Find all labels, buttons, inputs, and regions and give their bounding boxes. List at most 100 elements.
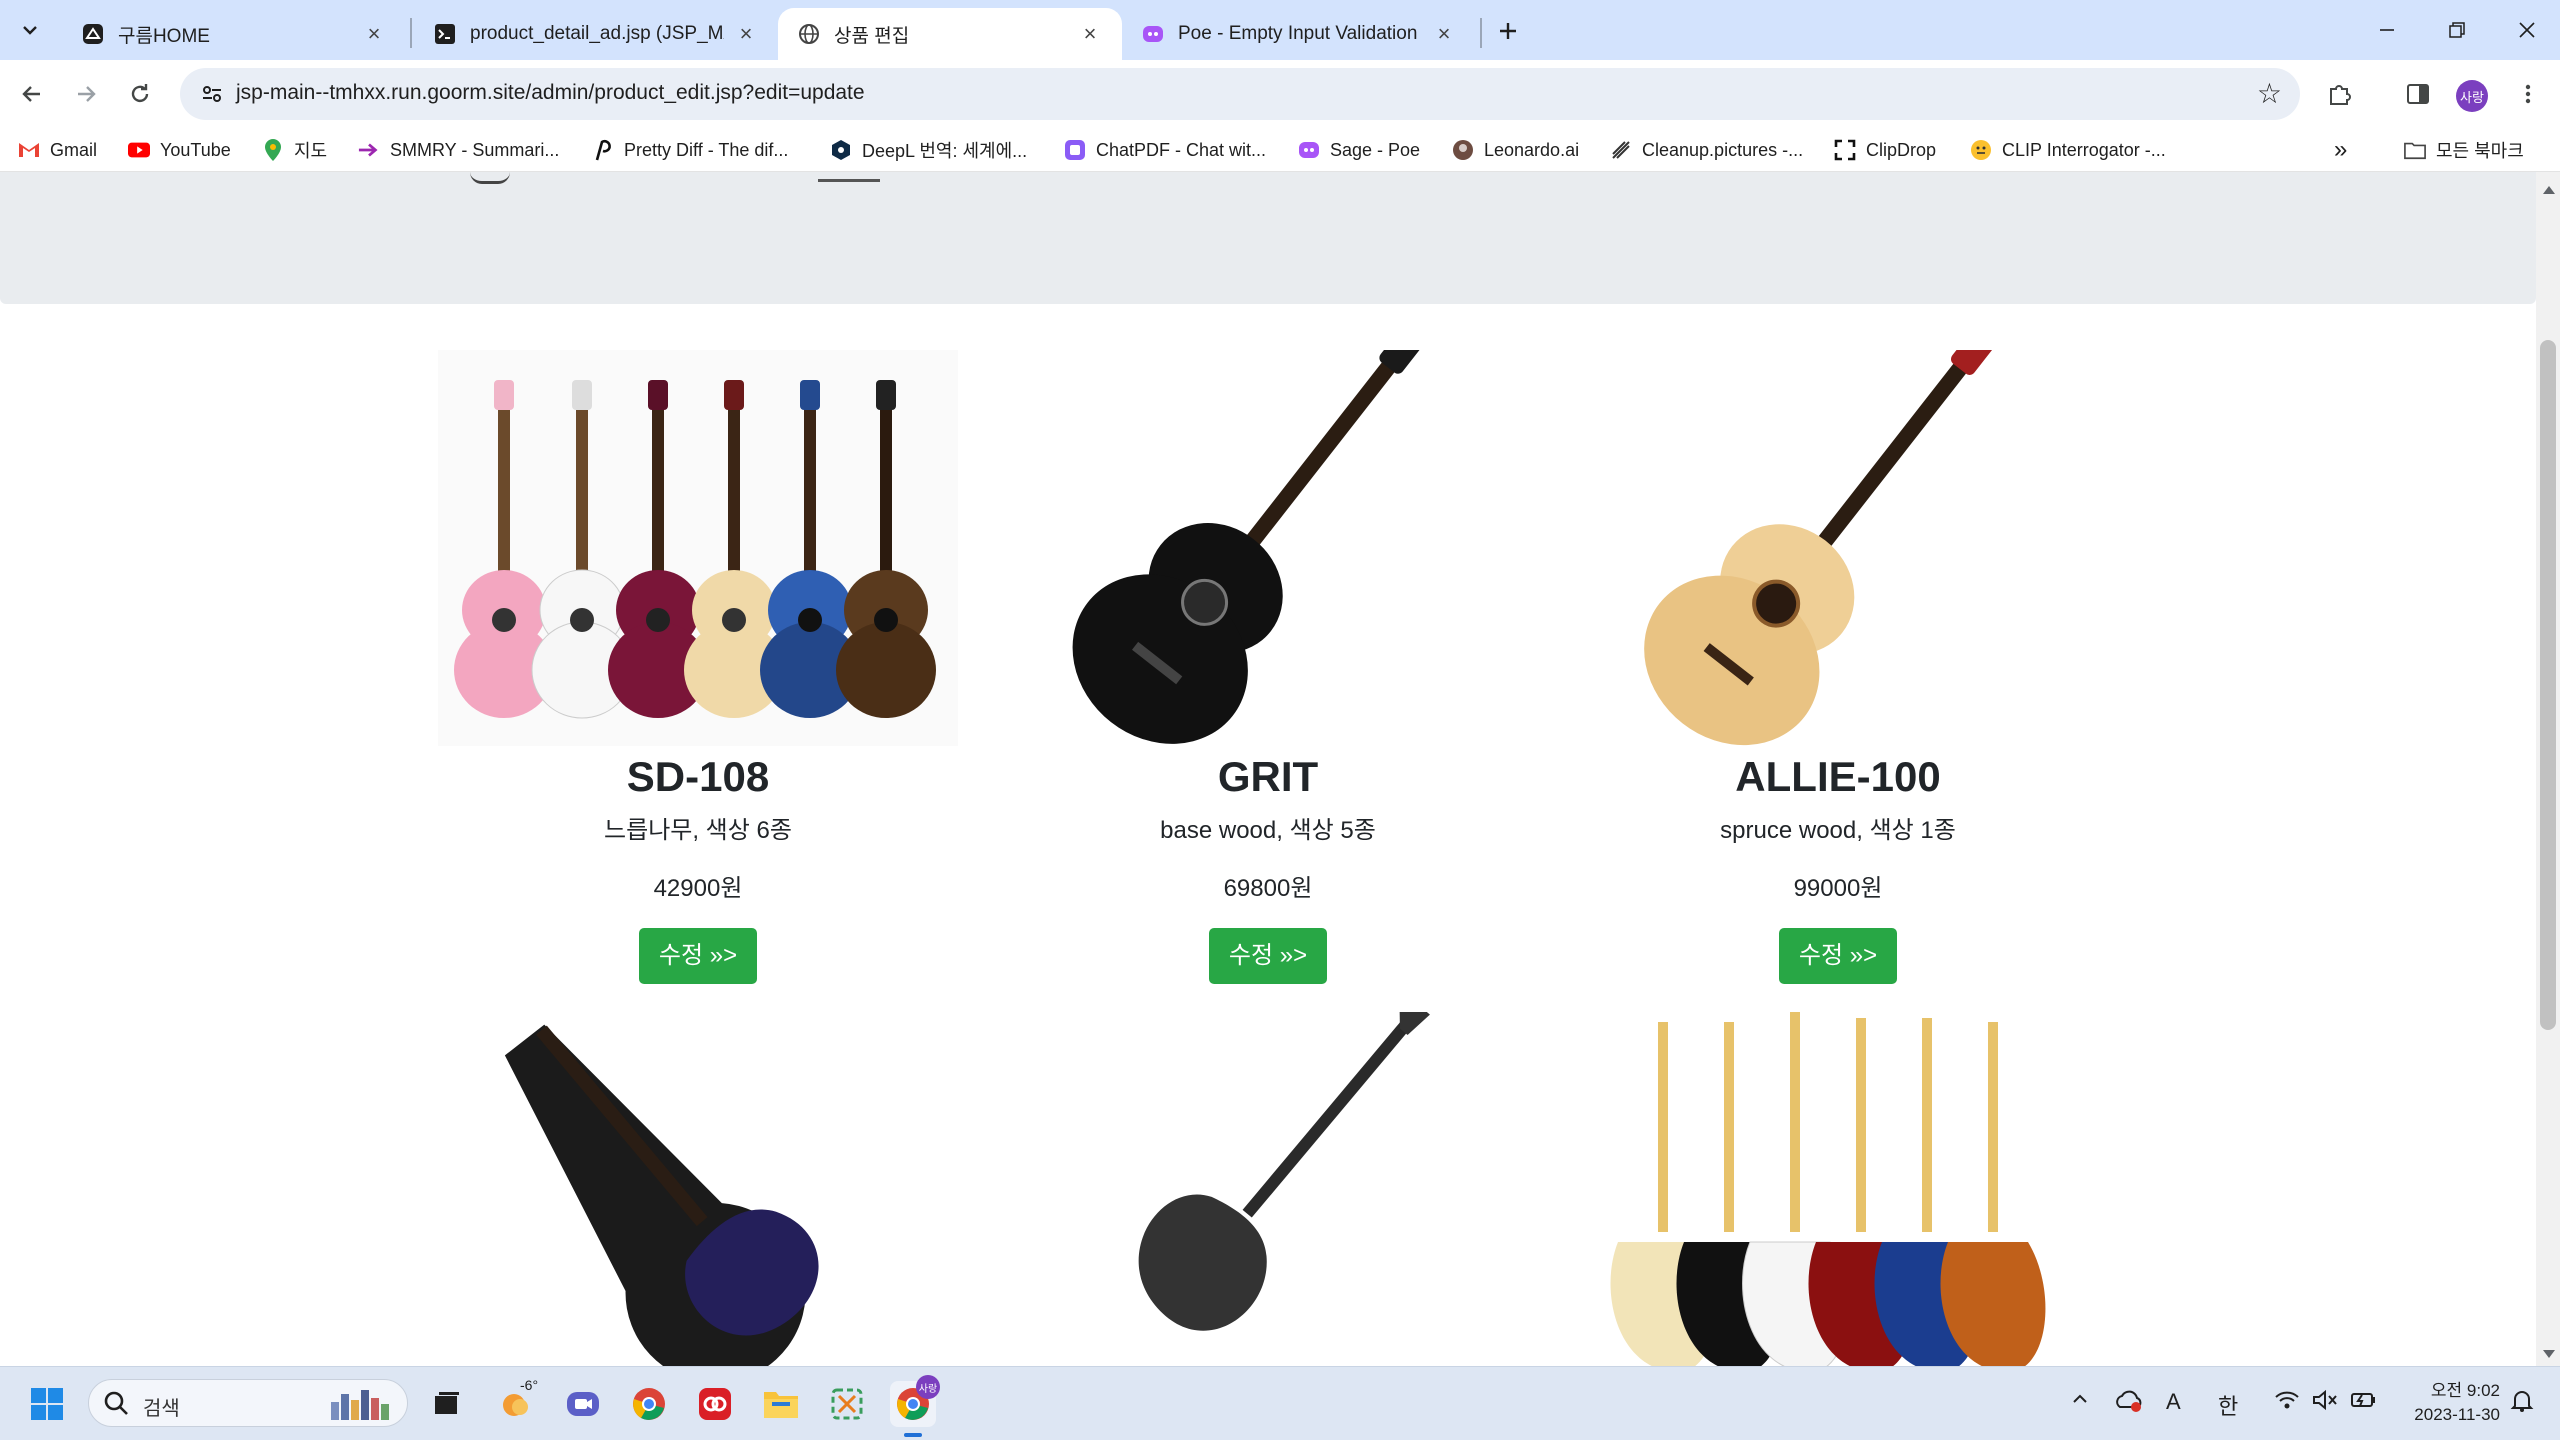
product-image-electric-guitars-set [1578, 1012, 2098, 1366]
product-description: 느릅나무, 색상 6종 [604, 817, 792, 844]
tray-onedrive[interactable] [2114, 1389, 2144, 1419]
chrome-icon [633, 1388, 665, 1420]
clock-time: 오전 9:02 [2430, 1381, 2500, 1400]
arrow-left-icon [22, 86, 40, 102]
tray-overflow-button[interactable] [2070, 1389, 2090, 1415]
task-view-icon [435, 1392, 459, 1414]
tab-strip: 구름HOME × product_detail_ad.jsp (JSP_MA ×… [0, 0, 2560, 60]
tab-poe[interactable]: Poe - Empty Input Validation × [1122, 8, 1476, 60]
tab-product-detail[interactable]: product_detail_ad.jsp (JSP_MA × [414, 8, 778, 60]
back-button[interactable] [12, 74, 52, 114]
forward-button[interactable] [66, 74, 106, 114]
start-button[interactable] [24, 1381, 70, 1427]
windows-logo-icon [31, 1388, 63, 1420]
creative-cloud-icon [699, 1388, 731, 1420]
active-indicator [904, 1433, 922, 1437]
taskbar-snipping-tool[interactable] [824, 1381, 870, 1427]
taskbar-zoom[interactable] [560, 1381, 606, 1427]
browser-toolbar: jsp-main--tmhxx.run.goorm.site/admin/pro… [0, 60, 2560, 128]
deepl-icon [830, 139, 852, 161]
all-bookmarks-button[interactable]: 모든 북마크 [2404, 136, 2524, 164]
scroll-thumb[interactable] [2540, 340, 2556, 1030]
bookmark-label: Leonardo.ai [1484, 139, 1580, 160]
taskbar-creative-cloud[interactable] [692, 1381, 738, 1427]
bookmarks-overflow-button[interactable]: » [2334, 136, 2347, 164]
close-icon[interactable]: × [362, 21, 386, 46]
task-view-button[interactable] [424, 1381, 470, 1427]
tab-title: 상품 편집 [834, 25, 910, 47]
scroll-down-arrow-icon[interactable] [2543, 1350, 2555, 1358]
bookmark-maps[interactable]: 지도 [262, 136, 327, 164]
bookmark-cleanup[interactable]: Cleanup.pictures -... [1610, 136, 1803, 164]
weather-widget[interactable]: -6° [494, 1377, 540, 1427]
bookmark-label: Cleanup.pictures -... [1642, 139, 1804, 160]
bookmark-deepl[interactable]: DeepL 번역: 세계에... [830, 136, 1027, 164]
close-window-button[interactable] [2492, 0, 2560, 60]
tray-volume[interactable] [2312, 1389, 2338, 1417]
bookmark-label: Pretty Diff - The dif... [624, 139, 789, 160]
chevron-down-icon [23, 26, 37, 35]
city-skyline-icon [331, 1390, 389, 1420]
edit-product-button[interactable]: 수정 »> [1778, 928, 1898, 984]
url-text: jsp-main--tmhxx.run.goorm.site/admin/pro… [236, 81, 865, 104]
scroll-up-arrow-icon[interactable] [2543, 186, 2555, 194]
bookmark-label: ChatPDF - Chat wit... [1096, 139, 1267, 160]
bookmark-clip-interrogator[interactable]: CLIP Interrogator -... [1970, 136, 2166, 164]
chrome-menu-button[interactable] [2508, 74, 2548, 114]
product-card: SD-108 느릅나무, 색상 6종 42900원 수정 »> [418, 350, 978, 984]
search-placeholder: 검색 [143, 1398, 180, 1420]
bookmark-smmry[interactable]: SMMRY - Summari... [358, 136, 559, 164]
tab-product-edit[interactable]: 상품 편집 × [778, 8, 1122, 60]
bookmark-leonardo[interactable]: Leonardo.ai [1452, 136, 1579, 164]
minimize-button[interactable] [2352, 0, 2422, 60]
close-icon[interactable]: × [1432, 21, 1456, 46]
taskbar-chrome-profile[interactable]: 사랑 [890, 1375, 940, 1437]
bookmarks-bar: Gmail YouTube 지도 SMMRY - Summari... Pret… [0, 128, 2560, 172]
leonardo-icon [1452, 139, 1474, 161]
taskbar-chrome[interactable] [626, 1381, 672, 1427]
restore-button[interactable] [2422, 0, 2492, 60]
bookmark-gmail[interactable]: Gmail [18, 136, 97, 164]
ime-language-indicator[interactable]: 한 [2218, 1389, 2238, 1421]
tab-goorm-home[interactable]: 구름HOME × [62, 8, 406, 60]
tray-battery[interactable] [2350, 1389, 2378, 1417]
ime-mode-indicator[interactable]: A [2166, 1389, 2181, 1415]
product-image-electric-guitar-case [438, 1012, 958, 1366]
new-tab-button[interactable] [1488, 11, 1528, 51]
bookmark-label: Gmail [50, 139, 98, 160]
taskbar-search-box[interactable]: 검색 [88, 1379, 408, 1427]
bookmark-prettydiff[interactable]: Pretty Diff - The dif... [592, 136, 788, 164]
product-name: SD-108 [626, 753, 770, 800]
tab-title: 구름HOME [118, 25, 210, 47]
bookmark-youtube[interactable]: YouTube [128, 136, 231, 164]
bookmark-sage-poe[interactable]: Sage - Poe [1298, 136, 1420, 164]
close-icon[interactable]: × [734, 21, 758, 46]
tab-search-button[interactable] [10, 10, 50, 50]
chevron-double-right-icon: » [2334, 136, 2348, 163]
restore-icon [2449, 22, 2465, 38]
product-price: 99000원 [1793, 875, 1883, 902]
reload-button[interactable] [120, 74, 160, 114]
site-info-icon[interactable] [194, 76, 230, 112]
notifications-button[interactable] [2510, 1389, 2534, 1419]
profile-avatar[interactable]: 사랑 [2456, 80, 2488, 112]
bookmark-clipdrop[interactable]: ClipDrop [1834, 136, 1936, 164]
product-image-sd108 [438, 350, 958, 746]
tray-network[interactable] [2274, 1389, 2300, 1417]
bookmark-label: 모든 북마크 [2436, 141, 2524, 161]
edit-product-button[interactable]: 수정 »> [638, 928, 758, 984]
taskbar-file-explorer[interactable] [758, 1381, 804, 1427]
more-vertical-icon [2525, 84, 2531, 104]
page-scrollbar[interactable] [2536, 172, 2560, 1366]
address-bar[interactable]: jsp-main--tmhxx.run.goorm.site/admin/pro… [180, 68, 2300, 120]
close-icon[interactable]: × [1078, 21, 1102, 46]
extensions-button[interactable] [2320, 74, 2360, 114]
bookmark-chatpdf[interactable]: ChatPDF - Chat wit... [1064, 136, 1266, 164]
side-panel-button[interactable] [2398, 74, 2438, 114]
bookmark-star-icon[interactable]: ☆ [2257, 78, 2282, 110]
product-image-electric-guitar-black [1008, 988, 1528, 1366]
folder-icon [2404, 139, 2426, 161]
taskbar-clock[interactable]: 오전 9:02 2023-11-30 [2396, 1379, 2500, 1427]
arrow-right-icon [78, 86, 96, 102]
edit-product-button[interactable]: 수정 »> [1208, 928, 1328, 984]
